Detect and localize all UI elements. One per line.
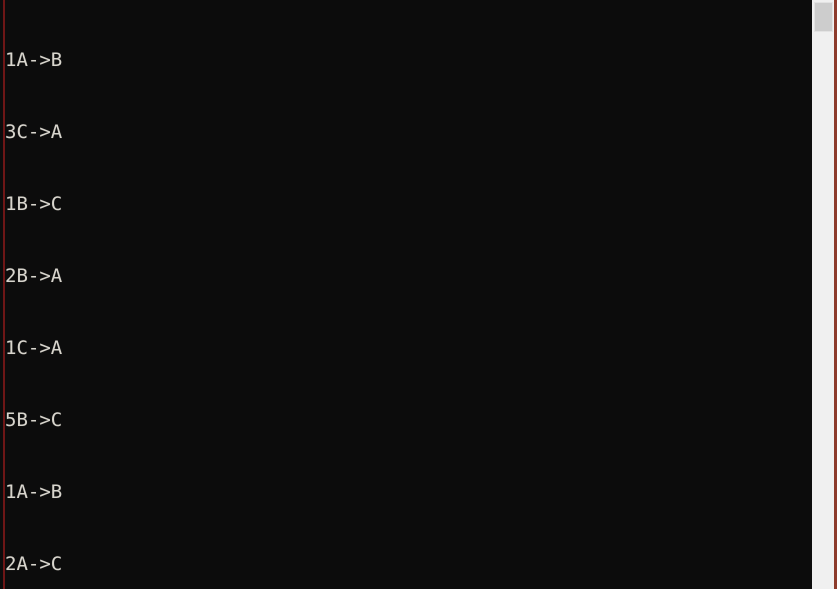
output-line: 3C->A: [5, 121, 63, 143]
output-line: 2B->A: [5, 265, 63, 287]
output-line: 2A->C: [5, 553, 63, 575]
vertical-scrollbar[interactable]: [812, 0, 834, 589]
window-left-border: [3, 0, 5, 589]
output-line: 1C->A: [5, 337, 63, 359]
console-window: 1A->B 3C->A 1B->C 2B->A 1C->A 5B->C 1A->…: [0, 0, 837, 589]
console-output-area[interactable]: 1A->B 3C->A 1B->C 2B->A 1C->A 5B->C 1A->…: [0, 0, 812, 589]
output-line: 5B->C: [5, 409, 63, 431]
output-line: 1B->C: [5, 193, 63, 215]
output-line: 1A->B: [5, 481, 63, 503]
scrollbar-thumb[interactable]: [814, 2, 833, 32]
console-text-block: 1A->B 3C->A 1B->C 2B->A 1C->A 5B->C 1A->…: [5, 0, 588, 589]
scrollbar-track[interactable]: [812, 0, 834, 589]
output-line: 1A->B: [5, 49, 63, 71]
